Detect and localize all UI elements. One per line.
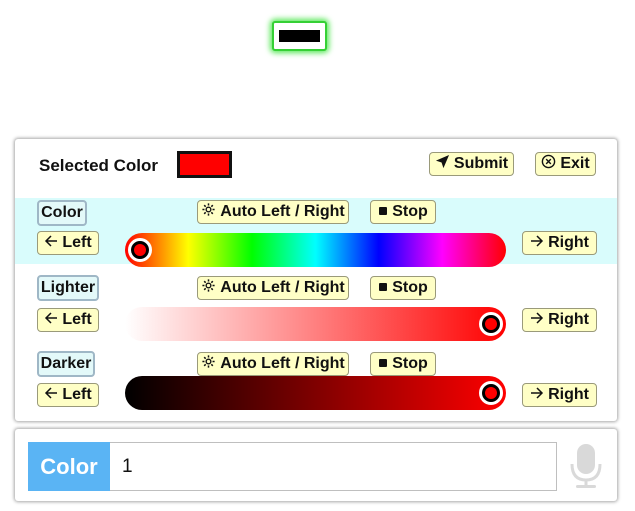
darker-row-tag-label: Darker — [40, 355, 92, 372]
gear-icon — [201, 354, 216, 374]
submit-button[interactable]: Submit — [429, 152, 514, 176]
color-stop-label: Stop — [392, 203, 428, 220]
color-left-button[interactable]: Left — [37, 231, 99, 255]
color-input-panel: Color — [15, 429, 617, 501]
lighter-stop-button[interactable]: Stop — [370, 276, 436, 300]
color-row: Color Auto Left / Right Stop Left Right — [15, 198, 617, 267]
darker-row-tag: Darker — [37, 351, 95, 377]
arrow-right-icon — [530, 386, 544, 405]
darker-stop-label: Stop — [392, 355, 428, 372]
color-auto-label: Auto Left / Right — [220, 203, 345, 220]
color-left-label: Left — [62, 234, 92, 251]
color-input-field[interactable] — [110, 442, 557, 491]
lighter-slider[interactable] — [125, 307, 506, 341]
lighter-row: Lighter Auto Left / Right Stop Left Righ… — [15, 275, 617, 341]
color-stop-button[interactable]: Stop — [370, 200, 436, 224]
close-circle-icon — [541, 154, 556, 174]
selected-color-label: Selected Color — [39, 156, 159, 175]
gear-icon — [201, 202, 216, 222]
exit-button[interactable]: Exit — [535, 152, 596, 176]
lighter-right-label: Right — [548, 311, 589, 328]
gear-icon — [201, 278, 216, 298]
stop-square-icon — [378, 279, 388, 297]
darker-slider-knob[interactable] — [478, 381, 503, 405]
color-picker-panel: Selected Color Submit Exit Color Auto Le… — [15, 139, 617, 421]
color-right-button[interactable]: Right — [522, 231, 597, 255]
stop-square-icon — [378, 355, 388, 373]
color-auto-button[interactable]: Auto Left / Right — [197, 200, 349, 224]
stop-square-icon — [378, 203, 388, 221]
lighter-auto-button[interactable]: Auto Left / Right — [197, 276, 349, 300]
color-hue-slider[interactable] — [125, 233, 506, 267]
lighter-left-label: Left — [62, 311, 92, 328]
color-slider-knob[interactable] — [128, 238, 153, 262]
arrow-left-icon — [44, 234, 58, 253]
lighter-stop-label: Stop — [392, 279, 428, 296]
color-knob-core — [134, 244, 147, 256]
darker-right-button[interactable]: Right — [522, 383, 597, 407]
selected-color-swatch — [177, 151, 232, 178]
send-icon — [435, 154, 450, 174]
arrow-left-icon — [44, 311, 58, 330]
microphone-icon[interactable] — [568, 442, 604, 495]
lighter-row-tag-label: Lighter — [40, 279, 96, 296]
darker-auto-label: Auto Left / Right — [220, 355, 345, 372]
color-preview-fill — [279, 30, 320, 42]
lighter-row-tag: Lighter — [37, 275, 99, 301]
submit-label: Submit — [453, 155, 509, 172]
color-row-tag: Color — [37, 200, 87, 226]
lighter-left-button[interactable]: Left — [37, 308, 99, 332]
darker-auto-button[interactable]: Auto Left / Right — [197, 352, 349, 376]
lighter-right-button[interactable]: Right — [522, 308, 597, 332]
lighter-auto-label: Auto Left / Right — [220, 279, 345, 296]
darker-knob-core — [484, 387, 497, 399]
darker-right-label: Right — [548, 386, 589, 403]
color-input-label: Color — [28, 442, 110, 491]
arrow-right-icon — [530, 234, 544, 253]
exit-label: Exit — [560, 155, 590, 172]
lighter-knob-core — [484, 318, 497, 330]
lighter-slider-knob[interactable] — [478, 312, 503, 336]
arrow-right-icon — [530, 311, 544, 330]
color-right-label: Right — [548, 234, 589, 251]
color-row-tag-label: Color — [41, 204, 83, 221]
darker-left-label: Left — [62, 386, 92, 403]
darker-row: Darker Auto Left / Right Stop Left Right — [15, 351, 617, 417]
darker-stop-button[interactable]: Stop — [370, 352, 436, 376]
arrow-left-icon — [44, 386, 58, 405]
darker-slider[interactable] — [125, 376, 506, 410]
darker-left-button[interactable]: Left — [37, 383, 99, 407]
color-preview — [272, 21, 327, 51]
